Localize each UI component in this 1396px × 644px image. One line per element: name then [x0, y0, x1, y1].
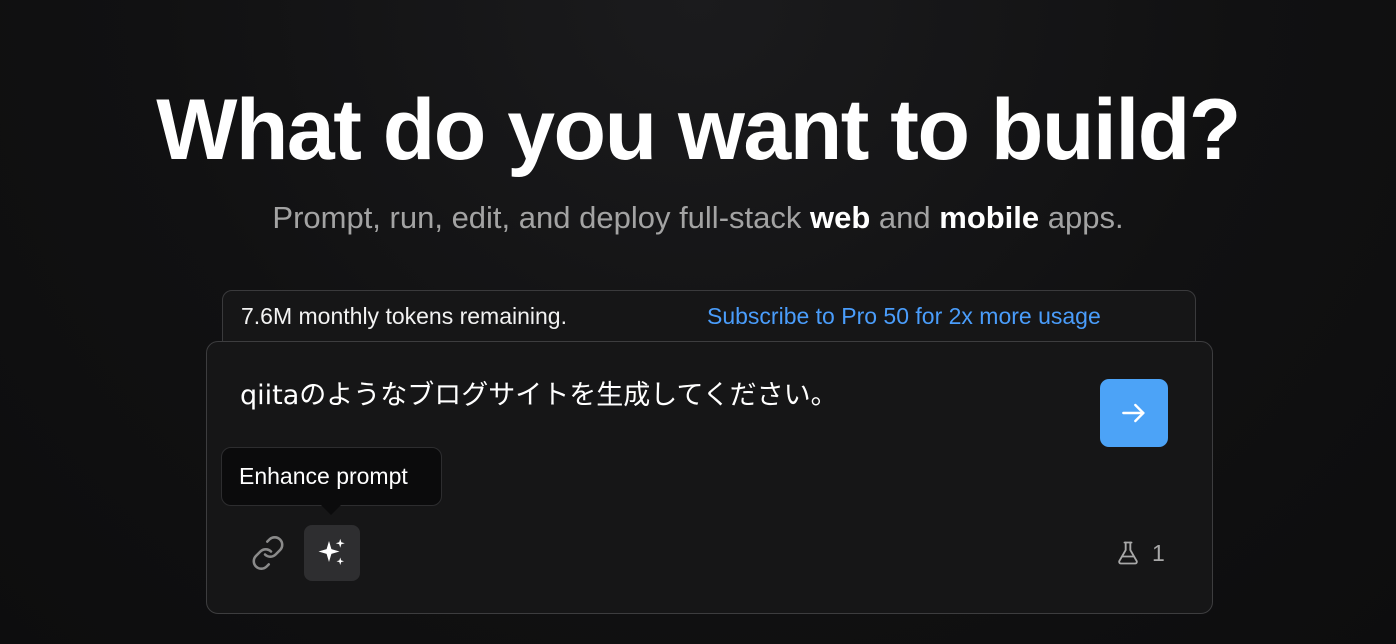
- subtitle-prefix: Prompt, run, edit, and deploy full-stack: [272, 200, 810, 235]
- prompt-input[interactable]: qiitaのようなブログサイトを生成してください。: [240, 378, 838, 414]
- flask-icon: [1118, 541, 1138, 565]
- subtitle-web: web: [810, 200, 871, 235]
- tooltip-label: Enhance prompt: [239, 463, 408, 489]
- subscribe-link[interactable]: Subscribe to Pro 50 for 2x more usage: [707, 301, 1101, 331]
- experiments-count: 1: [1152, 539, 1165, 566]
- attach-link-button[interactable]: [240, 525, 296, 581]
- tooltip-arrow: [321, 505, 341, 515]
- arrow-right-icon: [1122, 403, 1145, 423]
- page-title: What do you want to build?: [156, 82, 1241, 178]
- page: What do you want to build? Prompt, run, …: [0, 0, 1396, 644]
- enhance-prompt-button[interactable]: [304, 525, 360, 581]
- subtitle-middle: and: [870, 200, 940, 235]
- enhance-prompt-tooltip: Enhance prompt: [221, 447, 442, 506]
- send-button[interactable]: [1100, 379, 1168, 447]
- tokens-remaining-text: 7.6M monthly tokens remaining.: [241, 303, 567, 329]
- sparkles-icon: [318, 538, 345, 565]
- experiments-button[interactable]: 1: [1114, 535, 1165, 571]
- link-icon: [252, 536, 284, 570]
- subtitle-mobile: mobile: [939, 200, 1040, 235]
- subtitle-suffix: apps.: [1039, 200, 1124, 235]
- page-subtitle: Prompt, run, edit, and deploy full-stack…: [0, 196, 1396, 240]
